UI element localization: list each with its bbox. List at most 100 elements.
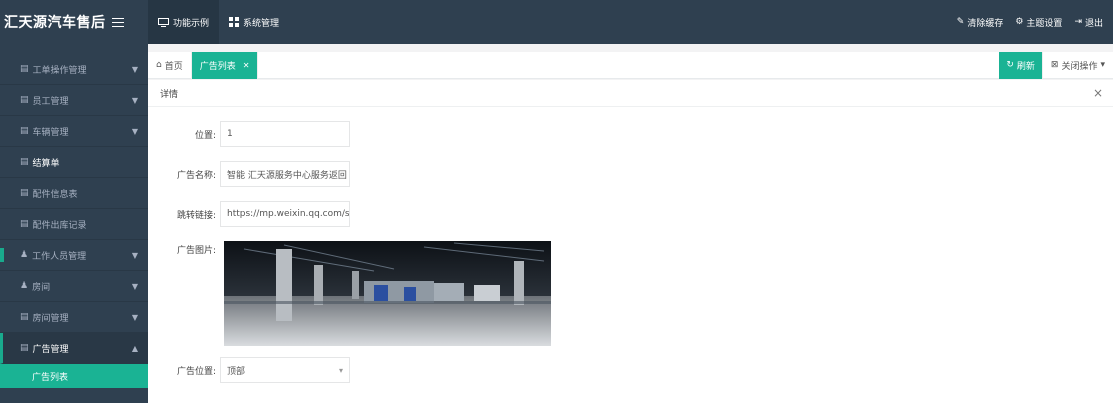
position-label: 位置: [194,130,216,141]
top-nav-item-label: 系统管理 [243,18,280,29]
list-icon: ▤ [20,312,29,322]
sidebar-item-label: 房间 [32,282,51,293]
chevron-down-icon: ▾ [338,365,343,375]
form-row-image: 广告图片: [148,243,220,256]
form-row-position: 位置: 1 [148,121,350,147]
close-operations-label: 关闭操作 [1061,61,1098,72]
ad-name-label: 广告名称: [176,170,216,181]
sidebar-item-room-mgmt[interactable]: ▤ 房间管理 ▼ [0,302,148,333]
sidebar: ▤ 工单操作管理 ▼ ▤ 员工管理 ▼ ▤ 车辆管理 ▼ ▤ 结算单 ▤ 配件信息表 ▤ 配件出库… [0,44,148,403]
monitor-icon [158,17,169,27]
brand: 汇天源汽车售后 [0,0,148,44]
sidebar-item-label: 广告管理 [32,344,69,355]
ad-location-select[interactable]: 顶部 ▾ [220,357,350,383]
form-row-link: 跳转链接: https://mp.weixin.qq.com/s/j [148,201,350,227]
list-icon: ▤ [20,126,29,136]
sidebar-item-parts-outbound[interactable]: ▤ 配件出库记录 [0,209,148,240]
brand-title: 汇天源汽车售后 [4,15,106,31]
sidebar-subitem-label: 广告列表 [32,372,69,383]
sidebar-item-label: 员工管理 [32,96,69,107]
list-icon: ▤ [20,157,29,167]
sidebar-subitem-ad-list[interactable]: 广告列表 [0,364,148,388]
detail-panel: 详情 × 位置: 1 广告名称: 智能 汇天源服务中心服务返回 跳转链接: ht… [148,80,1113,403]
chevron-down-icon: ▼ [131,312,138,322]
ad-location-label: 广告位置: [176,366,216,377]
tab-home[interactable]: ⌂ 首页 [148,51,192,79]
sidebar-item-label: 配件出库记录 [32,220,87,231]
sidebar-item-workers[interactable]: ♟ 工作人员管理 ▼ [0,240,148,271]
gear-icon: ⚙ [1015,17,1024,27]
chevron-down-icon: ▼ [131,95,138,105]
list-icon: ▤ [20,343,29,353]
list-icon: ▤ [20,64,29,74]
top-nav-item-system[interactable]: 系统管理 [219,0,289,44]
list-icon: ▤ [20,95,29,105]
clear-cache-label: 清除缓存 [967,18,1004,29]
sidebar-item-vehicles[interactable]: ▤ 车辆管理 ▼ [0,116,148,147]
ad-image [224,241,551,346]
tab-ad-list[interactable]: 广告列表 ✕ [191,51,259,79]
users-icon: ♟ [20,281,29,291]
sidebar-item-staff[interactable]: ▤ 员工管理 ▼ [0,85,148,116]
tab-label: 首页 [164,61,183,72]
top-right-actions: ✎ 清除缓存 ⚙ 主题设置 ⇥ 退出 [957,16,1113,29]
sidebar-item-label: 工单操作管理 [32,65,87,76]
logout-label: 退出 [1084,18,1103,29]
theme-settings-label: 主题设置 [1026,18,1063,29]
chevron-down-icon: ▼ [131,281,138,291]
sidebar-item-settlement[interactable]: ▤ 结算单 [0,147,148,178]
clear-cache-button[interactable]: ✎ 清除缓存 [957,16,1004,29]
tab-actions: ↻ 刷新 ⊠ 关闭操作 ▾ [999,51,1113,79]
ad-location-value: 顶部 [227,366,246,377]
home-icon: ⌂ [156,60,162,70]
sidebar-item-rooms[interactable]: ♟ 房间 ▼ [0,271,148,302]
detail-header: 详情 × [148,80,1113,107]
brush-icon: ✎ [956,17,965,27]
sidebar-item-partial [0,44,148,54]
theme-settings-button[interactable]: ⚙ 主题设置 [1015,16,1062,29]
position-field[interactable]: 1 [220,121,350,147]
garage-photo [224,241,551,346]
chevron-down-icon: ▼ [131,64,138,74]
menu-toggle-icon[interactable] [111,17,124,27]
ad-image-label: 广告图片: [176,246,216,256]
chevron-up-icon: ▲ [131,343,138,353]
page-tabs: ⌂ 首页 广告列表 ✕ ↻ 刷新 ⊠ 关闭操作 ▾ [148,51,1113,79]
top-bar: 汇天源汽车售后 功能示例 系统管理 ✎ 清除缓存 ⚙ 主题设置 ⇥ 退出 [0,0,1113,44]
close-icon[interactable]: × [1093,86,1103,100]
sidebar-item-ads[interactable]: ▤ 广告管理 ▲ [0,333,148,364]
close-operations-dropdown[interactable]: ⊠ 关闭操作 ▾ [1041,51,1113,79]
link-label: 跳转链接: [176,210,216,221]
close-tab-icon[interactable]: ✕ [243,61,250,70]
logout-icon: ⇥ [1074,17,1082,27]
refresh-button[interactable]: ↻ 刷新 [999,51,1042,79]
close-square-icon: ⊠ [1050,60,1059,70]
refresh-label: 刷新 [1016,61,1035,72]
sidebar-item-work-orders[interactable]: ▤ 工单操作管理 ▼ [0,54,148,85]
link-field[interactable]: https://mp.weixin.qq.com/s/j [220,201,350,227]
logout-button[interactable]: ⇥ 退出 [1074,16,1103,29]
active-marker [0,248,4,262]
chevron-down-icon: ▼ [131,250,138,260]
list-icon: ▤ [20,188,29,198]
sidebar-item-label: 车辆管理 [32,127,69,138]
sidebar-item-label: 工作人员管理 [32,251,87,262]
detail-title: 详情 [160,89,179,100]
form-row-name: 广告名称: 智能 汇天源服务中心服务返回 [148,161,350,187]
users-icon: ♟ [20,250,29,260]
top-nav: 功能示例 系统管理 [148,0,289,44]
refresh-icon: ↻ [1006,60,1014,70]
sidebar-item-label: 结算单 [32,158,60,169]
sidebar-item-label: 配件信息表 [32,189,78,200]
list-icon: ▤ [20,219,29,229]
sidebar-item-label: 房间管理 [32,313,69,324]
ad-name-field[interactable]: 智能 汇天源服务中心服务返回 [220,161,350,187]
top-nav-item-demo[interactable]: 功能示例 [148,0,220,44]
chevron-down-icon: ▼ [131,126,138,136]
sidebar-item-parts-info[interactable]: ▤ 配件信息表 [0,178,148,209]
caret-down-icon: ▾ [1100,60,1105,70]
grid-icon [229,17,240,27]
form-row-location: 广告位置: 顶部 ▾ [148,357,350,383]
tab-label: 广告列表 [199,61,236,72]
top-nav-item-label: 功能示例 [173,18,210,29]
